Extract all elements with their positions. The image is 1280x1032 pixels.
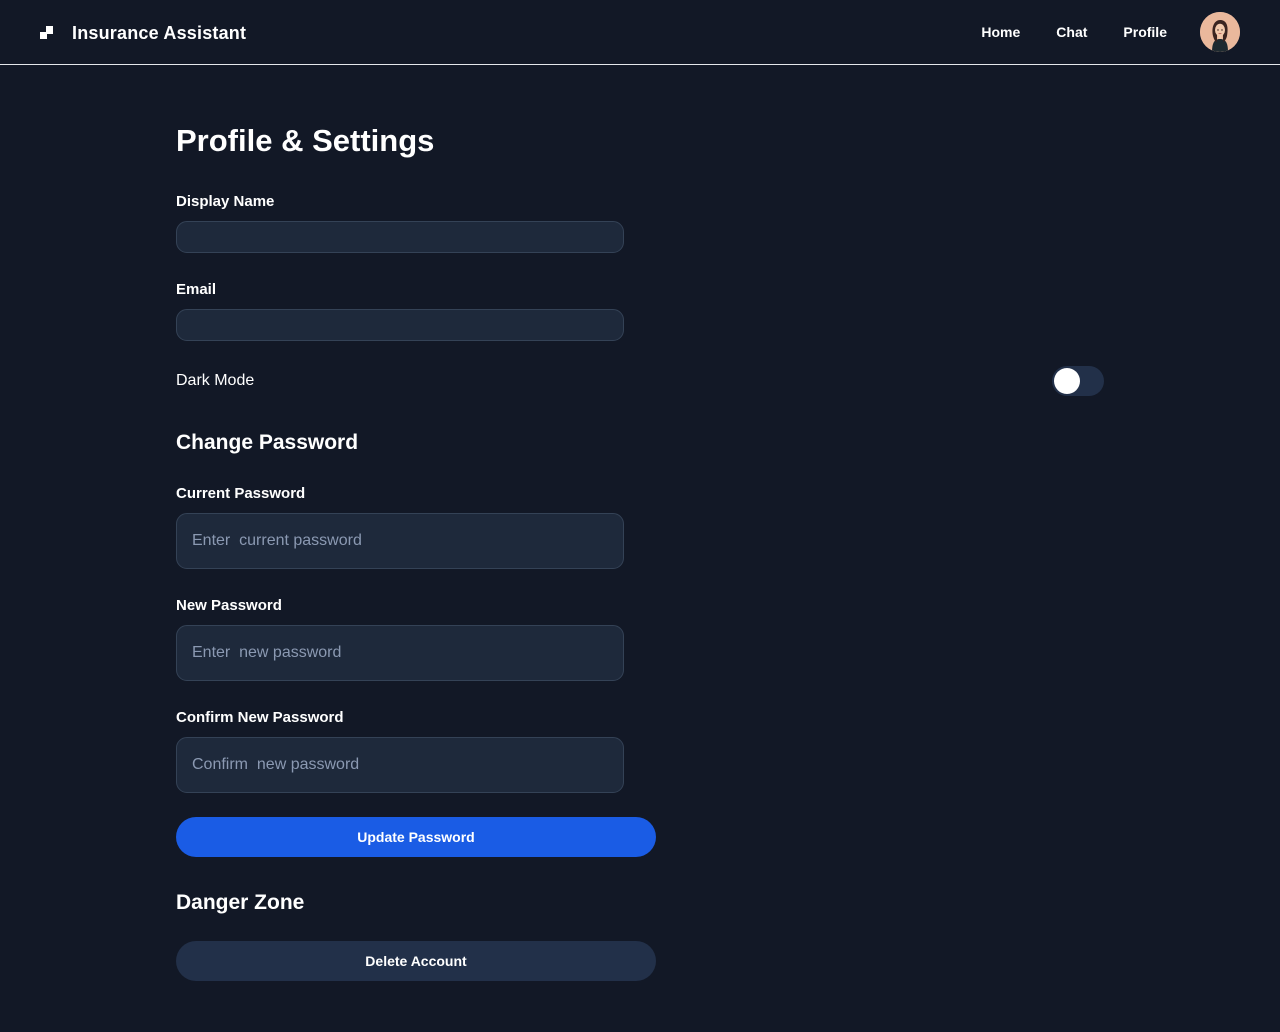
change-password-heading: Change Password (176, 431, 359, 454)
email-input[interactable] (176, 309, 624, 341)
app-logo-icon (40, 26, 54, 40)
app-title: Insurance Assistant (72, 22, 247, 43)
danger-zone-heading: Danger Zone (176, 891, 305, 914)
confirm-password-input[interactable] (176, 737, 624, 793)
dark-mode-label: Dark Mode (176, 372, 255, 389)
toggle-knob (1054, 368, 1080, 394)
confirm-password-label: Confirm New Password (176, 709, 344, 726)
dark-mode-row: Dark Mode (176, 365, 1104, 397)
top-navigation-bar: Insurance Assistant Home Chat Profile (0, 0, 1280, 65)
avatar-portrait-icon (1200, 12, 1240, 52)
nav-home[interactable]: Home (981, 23, 1020, 41)
new-password-input[interactable] (176, 625, 624, 681)
nav-profile[interactable]: Profile (1123, 23, 1167, 41)
update-password-button[interactable]: Update Password (176, 817, 656, 857)
display-name-input[interactable] (176, 221, 624, 253)
nav-chat[interactable]: Chat (1056, 23, 1087, 41)
delete-account-button[interactable]: Delete Account (176, 941, 656, 981)
page-title: Profile & Settings (176, 123, 435, 158)
display-name-label: Display Name (176, 193, 275, 210)
user-avatar[interactable] (1200, 12, 1240, 52)
current-password-input[interactable] (176, 513, 624, 569)
new-password-label: New Password (176, 597, 282, 614)
email-label: Email (176, 281, 217, 298)
main-nav: Home Chat Profile (945, 23, 1167, 41)
current-password-label: Current Password (176, 485, 306, 502)
brand[interactable]: Insurance Assistant (40, 21, 246, 45)
dark-mode-toggle[interactable] (1052, 366, 1104, 396)
